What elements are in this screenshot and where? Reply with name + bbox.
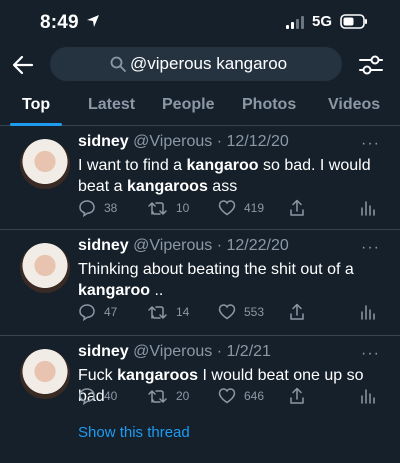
reply-count: 47 xyxy=(104,305,118,319)
like-count: 553 xyxy=(244,305,265,319)
status-time: 8:49 xyxy=(40,12,79,33)
search-tabs: Top Latest People Photos Videos xyxy=(0,88,400,126)
avatar[interactable] xyxy=(20,349,70,399)
search-filter-icon[interactable] xyxy=(356,50,386,80)
tweet-handle-date: @Viperous · 1/2/21 xyxy=(133,343,271,360)
share-button[interactable] xyxy=(288,199,306,217)
retweet-icon xyxy=(148,306,167,319)
share-button[interactable] xyxy=(288,303,306,321)
reply-icon xyxy=(79,200,95,217)
reply-icon xyxy=(79,388,95,405)
tab-photos[interactable]: Photos xyxy=(242,96,296,114)
tab-latest[interactable]: Latest xyxy=(88,96,135,114)
tweet-handle-date: @Viperous · 12/22/20 xyxy=(133,237,289,254)
like-button[interactable]: 419 xyxy=(218,199,264,217)
like-button[interactable]: 553 xyxy=(218,303,264,321)
tweet-text: I want to find a kangaroo so bad. I woul… xyxy=(78,157,371,195)
analytics-button[interactable] xyxy=(360,303,376,321)
tweet-text: Thinking about beating the shit out of a… xyxy=(78,261,354,299)
tab-people[interactable]: People xyxy=(162,96,214,114)
location-arrow-icon xyxy=(86,14,100,33)
tweet[interactable]: sidney @Viperous · 12/12/20 ··· I want t… xyxy=(0,127,400,230)
retweet-button[interactable]: 14 xyxy=(148,303,189,321)
reply-button[interactable]: 47 xyxy=(78,303,117,321)
analytics-button[interactable] xyxy=(360,199,376,217)
retweet-button[interactable]: 20 xyxy=(148,387,189,405)
network-label: 5G xyxy=(312,13,333,30)
like-button[interactable]: 646 xyxy=(218,387,264,405)
reply-count: 40 xyxy=(104,389,118,403)
share-icon xyxy=(290,387,304,404)
tweet[interactable]: sidney @Viperous · 12/22/20 ··· Thinking… xyxy=(0,231,400,336)
back-arrow-icon[interactable] xyxy=(10,52,36,78)
analytics-icon xyxy=(361,201,375,216)
tweet-handle-date: @Viperous · 12/12/20 xyxy=(133,133,289,150)
show-thread-link[interactable]: Show this thread xyxy=(78,424,190,441)
analytics-icon xyxy=(361,305,375,320)
tweet-author-name[interactable]: sidney xyxy=(78,133,129,150)
search-icon xyxy=(110,56,126,77)
tweet-actions: 47 14 553 xyxy=(78,303,388,325)
heart-icon xyxy=(218,388,236,404)
heart-icon xyxy=(218,304,236,320)
share-icon xyxy=(290,303,304,320)
share-icon xyxy=(290,199,304,216)
reply-icon xyxy=(79,304,95,321)
more-options-icon[interactable]: ··· xyxy=(361,345,380,363)
like-count: 419 xyxy=(244,201,265,215)
heart-icon xyxy=(218,200,236,216)
reply-button[interactable]: 38 xyxy=(78,199,117,217)
more-options-icon[interactable]: ··· xyxy=(361,135,380,153)
like-count: 646 xyxy=(244,389,265,403)
tweet-actions: 40 20 646 xyxy=(78,387,388,409)
search-query: @viperous kangaroo xyxy=(130,54,288,73)
tab-top[interactable]: Top xyxy=(22,96,50,114)
search-header: @viperous kangaroo xyxy=(0,46,400,84)
tweet-author-name[interactable]: sidney xyxy=(78,343,129,360)
avatar[interactable] xyxy=(20,243,70,293)
search-input[interactable]: @viperous kangaroo xyxy=(50,47,342,81)
tweet[interactable]: sidney @Viperous · 1/2/21 ··· Fuck kanga… xyxy=(0,337,400,463)
status-bar: 8:49 5G xyxy=(0,0,400,44)
signal-icon xyxy=(286,15,306,34)
retweet-count: 10 xyxy=(176,201,190,215)
share-button[interactable] xyxy=(288,387,306,405)
battery-icon xyxy=(340,14,368,34)
tweet-author-name[interactable]: sidney xyxy=(78,237,129,254)
active-tab-indicator xyxy=(10,123,62,126)
analytics-button[interactable] xyxy=(360,387,376,405)
avatar[interactable] xyxy=(20,139,70,189)
more-options-icon[interactable]: ··· xyxy=(361,239,380,257)
tweet-actions: 38 10 419 xyxy=(78,199,388,221)
retweet-count: 14 xyxy=(176,305,190,319)
retweet-button[interactable]: 10 xyxy=(148,199,189,217)
tab-videos[interactable]: Videos xyxy=(328,96,380,114)
reply-count: 38 xyxy=(104,201,118,215)
retweet-count: 20 xyxy=(176,389,190,403)
retweet-icon xyxy=(148,202,167,215)
reply-button[interactable]: 40 xyxy=(78,387,117,405)
analytics-icon xyxy=(361,389,375,404)
retweet-icon xyxy=(148,390,167,403)
